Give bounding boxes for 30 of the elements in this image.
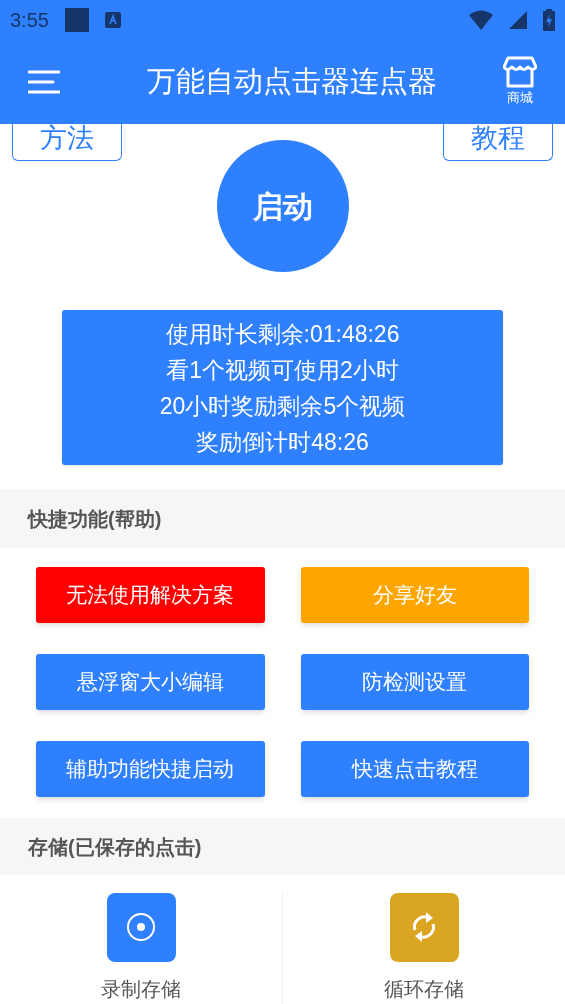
storage-label: 循环存储	[384, 977, 464, 1002]
method-button[interactable]: 方法	[12, 124, 122, 162]
app-title: 万能自动点击器连点器	[145, 64, 438, 100]
method-button[interactable]: 教程	[443, 124, 553, 162]
store-icon	[503, 56, 537, 89]
signal-icon	[509, 10, 527, 29]
wifi-icon	[469, 9, 493, 30]
store-button[interactable]: 商城	[503, 56, 537, 108]
keyboard-icon	[104, 11, 121, 28]
storage-button[interactable]	[389, 893, 459, 962]
info-line: 奖励倒计时48:26	[196, 427, 369, 457]
status-time: 3:55	[10, 7, 49, 33]
quick-button[interactable]: 悬浮窗大小编辑	[36, 653, 265, 710]
info-line: 看1个视频可使用2小时	[166, 355, 399, 385]
storage-label: 录制存储	[101, 977, 181, 1002]
info-line: 使用时长剩余:01:48:26	[165, 319, 400, 349]
quick-button[interactable]: 无法使用解决方案	[36, 567, 265, 624]
record-icon	[125, 911, 157, 944]
info-line: 20小时奖励剩余5个视频	[159, 391, 406, 421]
section-header: 存储(已保存的点击)	[0, 818, 565, 875]
storage-button[interactable]	[106, 893, 176, 962]
quick-button[interactable]: 快速点击教程	[300, 740, 529, 797]
menu-icon[interactable]	[28, 68, 60, 95]
quick-button[interactable]: 辅助功能快捷启动	[36, 740, 265, 797]
quick-button[interactable]: 分享好友	[300, 567, 529, 624]
section-header: 快捷功能(帮助)	[0, 489, 565, 549]
notification-icon	[64, 7, 89, 32]
quick-button[interactable]: 防检测设置	[300, 653, 529, 710]
start-button[interactable]: 启动	[216, 140, 349, 273]
battery-icon	[543, 8, 555, 31]
